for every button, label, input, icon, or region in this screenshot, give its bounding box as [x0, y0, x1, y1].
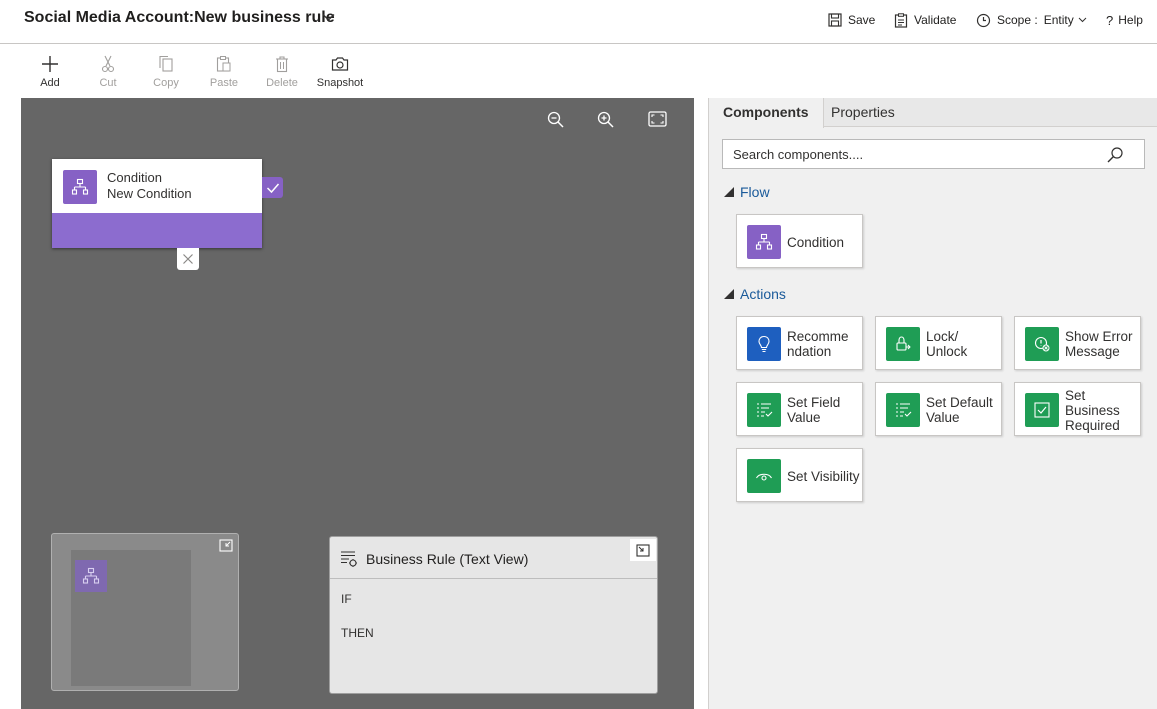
- help-button[interactable]: ? Help: [1106, 10, 1143, 30]
- panel-tabs: Components Properties: [709, 98, 1157, 128]
- help-label: Help: [1118, 13, 1143, 27]
- components-panel: Components Properties Flow Condition Act…: [708, 98, 1157, 709]
- tab-components[interactable]: Components: [709, 98, 824, 128]
- page-title: Social Media Account:New business rule: [24, 9, 335, 26]
- save-icon: [828, 13, 848, 27]
- search-box: [722, 139, 1145, 169]
- minimap[interactable]: [51, 533, 239, 691]
- scope-label: Scope :: [997, 13, 1038, 27]
- save-label: Save: [848, 13, 876, 27]
- condition-drop-zone[interactable]: [52, 213, 262, 248]
- component-condition[interactable]: Condition: [736, 214, 863, 268]
- copy-label: Copy: [153, 77, 179, 89]
- scissors-icon: [82, 55, 134, 73]
- rule-list-icon: [340, 550, 358, 568]
- close-icon[interactable]: [177, 248, 199, 270]
- delete-label: Delete: [266, 77, 298, 89]
- set-default-icon: [886, 393, 920, 427]
- component-label: Lock/ Unlock: [926, 329, 968, 359]
- validate-button[interactable]: Validate: [894, 10, 956, 30]
- actions-section-toggle[interactable]: Actions: [724, 286, 786, 302]
- eye-icon: [747, 459, 781, 493]
- text-view-header: Business Rule (Text View): [330, 537, 657, 579]
- check-icon[interactable]: [262, 177, 283, 198]
- save-button[interactable]: Save: [828, 10, 875, 30]
- flow-section-toggle[interactable]: Flow: [724, 184, 770, 200]
- component-set-default-value[interactable]: Set Default Value: [875, 382, 1002, 436]
- paste-icon: [198, 55, 250, 73]
- component-recommendation[interactable]: Recomme ndation: [736, 316, 863, 370]
- plus-icon: [24, 55, 76, 73]
- component-show-error-message[interactable]: Show Error Message: [1014, 316, 1141, 370]
- fit-to-screen-icon[interactable]: [648, 111, 667, 127]
- flow-section-title: Flow: [740, 184, 770, 200]
- zoom-in-icon[interactable]: [596, 110, 616, 130]
- scope-dropdown[interactable]: Scope : Entity: [976, 10, 1093, 30]
- snapshot-label: Snapshot: [316, 77, 364, 89]
- condition-icon: [747, 225, 781, 259]
- clock-icon: [976, 13, 997, 28]
- delete-button[interactable]: Delete: [256, 55, 308, 89]
- trash-icon: [256, 55, 308, 73]
- scope-value: Entity: [1043, 13, 1074, 27]
- condition-name-label: New Condition: [107, 186, 192, 201]
- condition-node[interactable]: Condition New Condition: [52, 159, 262, 248]
- component-set-visibility[interactable]: Set Visibility: [736, 448, 863, 502]
- checkbox-icon: [1025, 393, 1059, 427]
- add-label: Add: [40, 77, 60, 89]
- lock-icon: [886, 327, 920, 361]
- component-label: Condition: [787, 234, 845, 250]
- component-label: Set Business Required: [1065, 387, 1120, 433]
- header-bar: Social Media Account:New business rule S…: [0, 0, 1157, 44]
- paste-button[interactable]: Paste: [198, 55, 250, 89]
- design-canvas[interactable]: Condition New Condition Business Rule (T…: [21, 98, 694, 709]
- zoom-out-icon[interactable]: [546, 110, 566, 130]
- collapse-triangle-icon: [724, 289, 734, 299]
- component-label: Set Visibility: [787, 468, 860, 484]
- clipboard-icon: [894, 12, 914, 28]
- add-button[interactable]: Add: [24, 55, 76, 89]
- copy-button[interactable]: Copy: [140, 55, 192, 89]
- paste-label: Paste: [209, 77, 239, 89]
- collapse-panel-icon[interactable]: [630, 539, 656, 561]
- lightbulb-icon: [747, 327, 781, 361]
- command-toolbar: Add Cut Copy Paste Delete Snapshot: [0, 45, 1157, 98]
- component-lock-unlock[interactable]: Lock/ Unlock: [875, 316, 1002, 370]
- collapse-triangle-icon: [724, 187, 734, 197]
- validate-label: Validate: [914, 13, 957, 27]
- then-label: THEN: [341, 626, 374, 640]
- component-set-field-value[interactable]: Set Field Value: [736, 382, 863, 436]
- component-set-business-required[interactable]: Set Business Required: [1014, 382, 1141, 436]
- question-icon: ?: [1106, 12, 1114, 28]
- error-message-icon: [1025, 327, 1059, 361]
- tab-properties[interactable]: Properties: [817, 98, 909, 127]
- search-input[interactable]: [723, 140, 1103, 168]
- component-label: Recomme ndation: [787, 329, 849, 359]
- chevron-down-icon: [1078, 17, 1093, 23]
- if-label: IF: [341, 592, 352, 606]
- component-label: Set Field Value: [787, 395, 841, 425]
- condition-type-label: Condition: [107, 170, 162, 185]
- text-view-title: Business Rule (Text View): [366, 551, 529, 567]
- condition-icon: [75, 560, 107, 592]
- set-field-icon: [747, 393, 781, 427]
- camera-icon: [314, 55, 366, 73]
- chevron-down-icon[interactable]: [322, 13, 335, 22]
- snapshot-button[interactable]: Snapshot: [314, 55, 366, 89]
- text-view-panel: Business Rule (Text View) IF THEN: [329, 536, 658, 694]
- condition-icon: [63, 170, 97, 204]
- actions-section-title: Actions: [740, 286, 786, 302]
- copy-icon: [140, 55, 192, 73]
- cut-label: Cut: [99, 77, 117, 89]
- component-label: Show Error Message: [1065, 329, 1133, 359]
- search-icon[interactable]: [1106, 146, 1124, 164]
- minimap-collapse-icon[interactable]: [219, 539, 233, 552]
- component-label: Set Default Value: [926, 395, 993, 425]
- cut-button[interactable]: Cut: [82, 55, 134, 89]
